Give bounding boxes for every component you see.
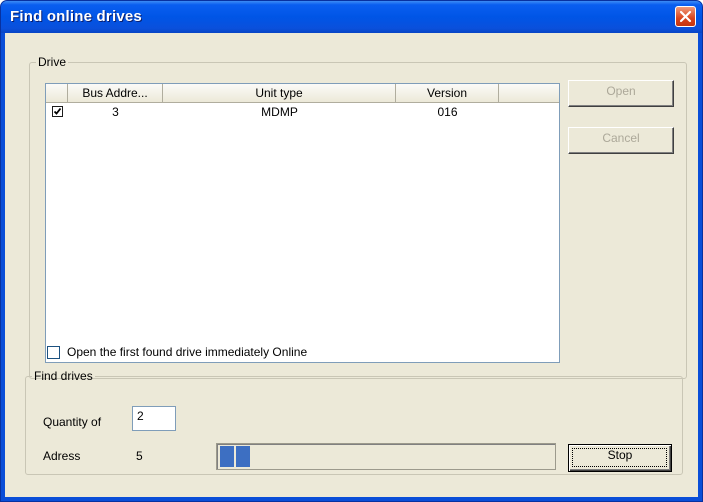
drive-list[interactable]: Bus Addre... Unit type Version 3 MDMP 01… [45,83,560,363]
table-row[interactable]: 3 MDMP 016 [46,103,559,121]
column-header-unit-type[interactable]: Unit type [163,84,396,102]
stop-button[interactable]: Stop [568,444,672,472]
close-icon [679,10,692,23]
dialog-window: Find online drives Drive Bus Addre... Un… [0,0,703,502]
close-button[interactable] [675,6,696,27]
column-header-version[interactable]: Version [396,84,499,102]
address-value: 5 [136,449,143,463]
column-header-empty[interactable] [499,84,559,102]
open-button[interactable]: Open [568,80,674,107]
cell-version: 016 [437,105,458,119]
quantity-label: Quantity of [43,415,102,429]
column-header-bus-address[interactable]: Bus Addre... [68,84,163,102]
dialog-client-area: Drive Bus Addre... Unit type Version 3 M… [5,33,698,497]
row-checkbox[interactable] [52,106,63,117]
stop-button-label: Stop [607,448,633,462]
checkmark-icon [53,107,62,115]
quantity-field[interactable]: 2 [132,406,176,431]
column-header-check[interactable] [46,84,68,102]
cancel-button[interactable]: Cancel [568,127,674,154]
cell-unit-type: MDMP [261,105,298,119]
progress-segment [236,446,250,467]
progress-segment [220,446,234,467]
open-online-label: Open the first found drive immediately O… [67,345,308,359]
open-online-checkbox[interactable] [47,346,60,359]
title-bar[interactable]: Find online drives [1,1,702,33]
search-progress-bar [216,443,556,470]
address-label: Adress [43,449,81,463]
drive-list-header: Bus Addre... Unit type Version [46,84,559,103]
cell-bus-address: 3 [112,105,119,119]
window-title: Find online drives [10,8,142,25]
drive-group-legend: Drive [38,55,67,69]
find-drives-legend: Find drives [34,369,93,383]
